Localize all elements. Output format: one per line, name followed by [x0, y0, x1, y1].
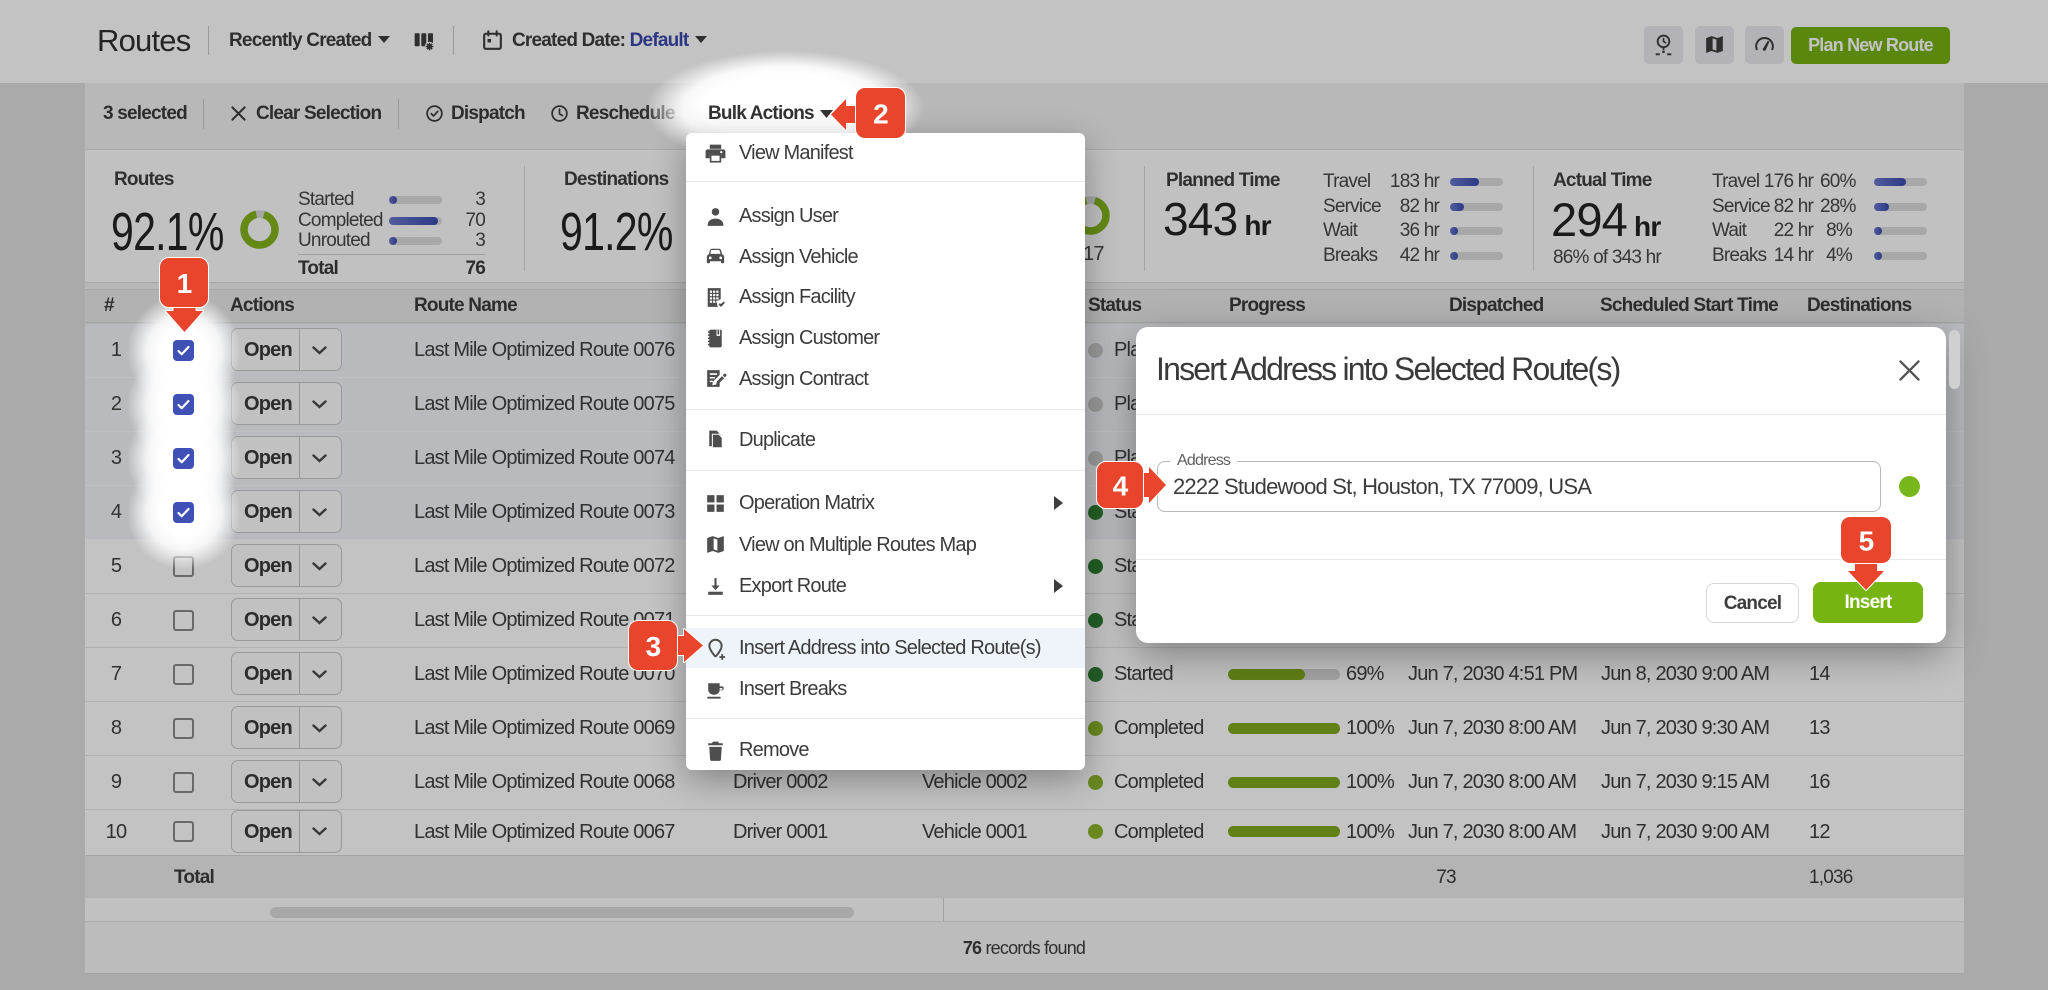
svg-text:3: 3 — [646, 631, 661, 662]
svg-text:2: 2 — [873, 99, 888, 130]
svg-text:1: 1 — [177, 268, 192, 299]
svg-text:5: 5 — [1859, 526, 1874, 557]
svg-text:4: 4 — [1113, 471, 1129, 502]
